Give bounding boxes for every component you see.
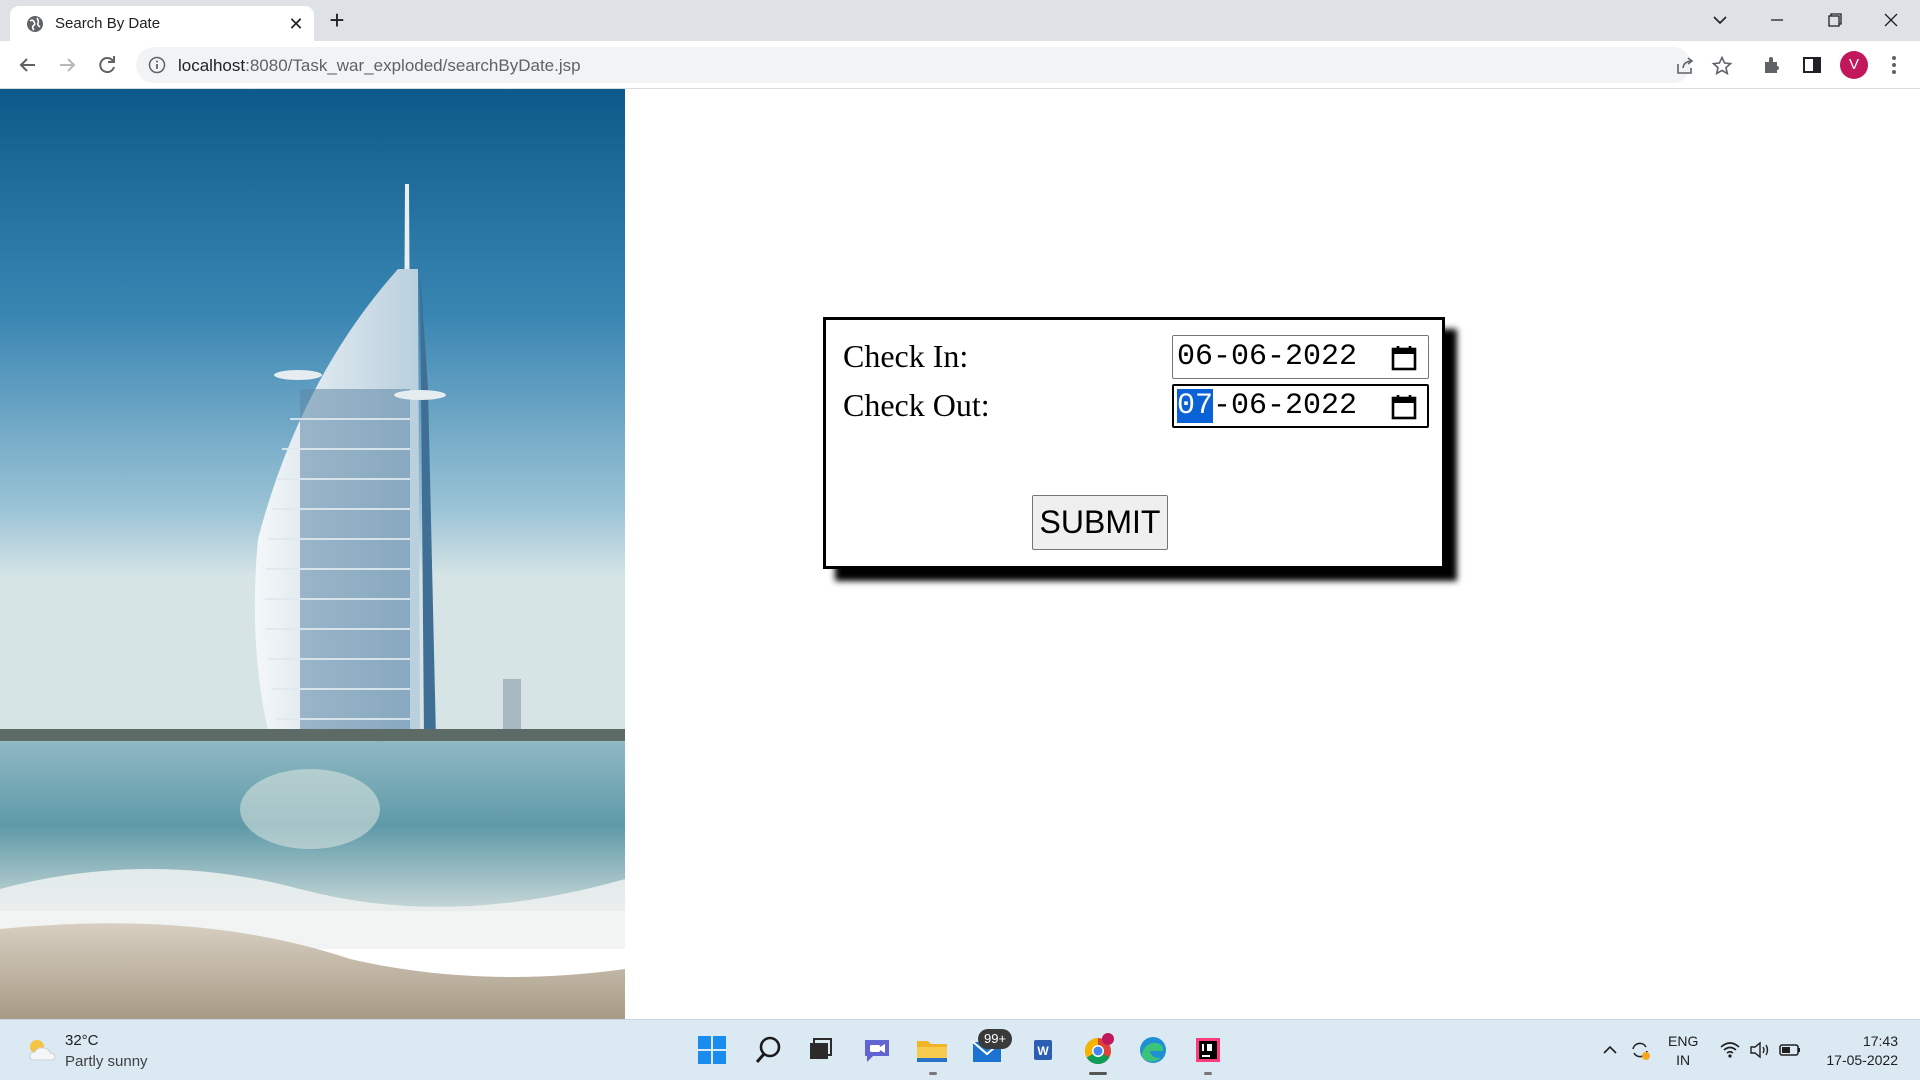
hotel-hero-image xyxy=(0,89,625,1019)
checkin-date-value: 06-06-2022 xyxy=(1177,340,1358,374)
page-content: Check In: 06-06-2022 Check Out: 07-06-20… xyxy=(0,89,1920,1019)
checkin-date-input[interactable]: 06-06-2022 xyxy=(1172,335,1429,379)
checkout-label: Check Out: xyxy=(843,387,990,423)
checkout-date-input[interactable]: 07-06-2022 xyxy=(1172,384,1429,428)
search-by-date-form: Check In: 06-06-2022 Check Out: 07-06-20… xyxy=(823,317,1445,569)
side-panel-icon[interactable] xyxy=(1800,53,1824,77)
task-view-button[interactable] xyxy=(800,1030,840,1070)
burj-al-arab-image xyxy=(0,89,625,1019)
word-icon: W xyxy=(1034,1040,1052,1060)
kebab-menu-icon[interactable] xyxy=(1882,53,1906,77)
windows-taskbar: 32°C Partly sunny 99+ W ENG IN 17:43 17-… xyxy=(0,1019,1920,1080)
file-explorer-button[interactable] xyxy=(912,1030,952,1070)
show-hidden-icons-chevron-icon[interactable] xyxy=(1598,1038,1622,1062)
system-clock[interactable]: 17:43 17-05-2022 xyxy=(1812,1032,1898,1070)
browser-tab-strip: Search By Date ✕ + xyxy=(0,0,1920,41)
bookmark-star-icon[interactable] xyxy=(1711,55,1733,77)
minimize-icon[interactable] xyxy=(1762,6,1792,34)
running-indicator xyxy=(1204,1072,1212,1075)
url-text[interactable]: localhost:8080/Task_war_exploded/searchB… xyxy=(178,56,581,76)
windows-logo-icon xyxy=(698,1036,726,1064)
profile-avatar[interactable]: V xyxy=(1840,51,1868,79)
word-button[interactable]: W xyxy=(1023,1030,1063,1070)
intellij-icon xyxy=(1196,1038,1220,1062)
weather-description: Partly sunny xyxy=(65,1053,148,1070)
checkout-day-segment[interactable]: 07 xyxy=(1177,389,1214,423)
language-indicator[interactable]: ENG IN xyxy=(1668,1032,1698,1070)
wifi-icon[interactable] xyxy=(1718,1038,1742,1062)
chrome-button[interactable] xyxy=(1078,1030,1118,1070)
checkin-label: Check In: xyxy=(843,338,969,374)
running-indicator xyxy=(929,1072,937,1075)
tab-title: Search By Date xyxy=(55,15,161,32)
edge-icon xyxy=(1140,1037,1166,1063)
reload-icon[interactable] xyxy=(93,51,121,79)
clock-time: 17:43 xyxy=(1862,1033,1898,1049)
submit-button[interactable]: SUBMIT xyxy=(1032,495,1168,550)
checkout-rest-segment: -06-2022 xyxy=(1213,389,1358,423)
search-button[interactable] xyxy=(748,1030,788,1070)
start-button[interactable] xyxy=(692,1030,732,1070)
calendar-icon[interactable] xyxy=(1390,393,1418,421)
weather-temperature: 32°C xyxy=(65,1032,99,1049)
close-tab-icon[interactable]: ✕ xyxy=(286,14,306,34)
calendar-icon[interactable] xyxy=(1390,344,1418,372)
task-view-icon xyxy=(810,1038,832,1059)
restore-icon[interactable] xyxy=(1819,6,1849,34)
intellij-button[interactable] xyxy=(1188,1030,1228,1070)
back-arrow-icon[interactable] xyxy=(14,51,42,79)
battery-icon[interactable] xyxy=(1778,1038,1802,1062)
svg-text:W: W xyxy=(1037,1044,1049,1058)
address-bar[interactable]: localhost:8080/Task_war_exploded/searchB… xyxy=(136,47,1733,83)
partly-sunny-icon xyxy=(29,1040,56,1061)
browser-toolbar: localhost:8080/Task_war_exploded/searchB… xyxy=(0,41,1920,89)
mail-unread-badge: 99+ xyxy=(978,1029,1013,1049)
globe-icon xyxy=(27,16,43,32)
clock-date: 17-05-2022 xyxy=(1826,1052,1898,1068)
site-info-icon[interactable] xyxy=(148,56,166,74)
tab-search-chevron-icon[interactable] xyxy=(1705,6,1735,34)
close-window-icon[interactable] xyxy=(1876,6,1906,34)
browser-tab[interactable]: Search By Date ✕ xyxy=(10,6,314,41)
share-icon[interactable] xyxy=(1674,55,1696,77)
teams-chat-button[interactable] xyxy=(857,1030,897,1070)
region-code: IN xyxy=(1676,1052,1691,1068)
folder-icon xyxy=(917,1041,947,1062)
new-tab-button[interactable]: + xyxy=(322,6,352,36)
active-indicator xyxy=(1089,1072,1107,1075)
volume-icon[interactable] xyxy=(1748,1038,1772,1062)
extensions-puzzle-icon[interactable] xyxy=(1760,53,1784,77)
edge-button[interactable] xyxy=(1133,1030,1173,1070)
search-icon xyxy=(755,1036,781,1063)
checkout-date-value: 07-06-2022 xyxy=(1177,389,1357,423)
forward-arrow-icon[interactable] xyxy=(53,51,81,79)
chat-icon xyxy=(865,1040,889,1062)
chrome-icon xyxy=(1084,1033,1114,1065)
url-host: localhost xyxy=(178,56,246,75)
sync-icon[interactable] xyxy=(1628,1038,1652,1062)
url-path: :8080/Task_war_exploded/searchByDate.jsp xyxy=(245,56,581,75)
language-code: ENG xyxy=(1668,1033,1699,1049)
